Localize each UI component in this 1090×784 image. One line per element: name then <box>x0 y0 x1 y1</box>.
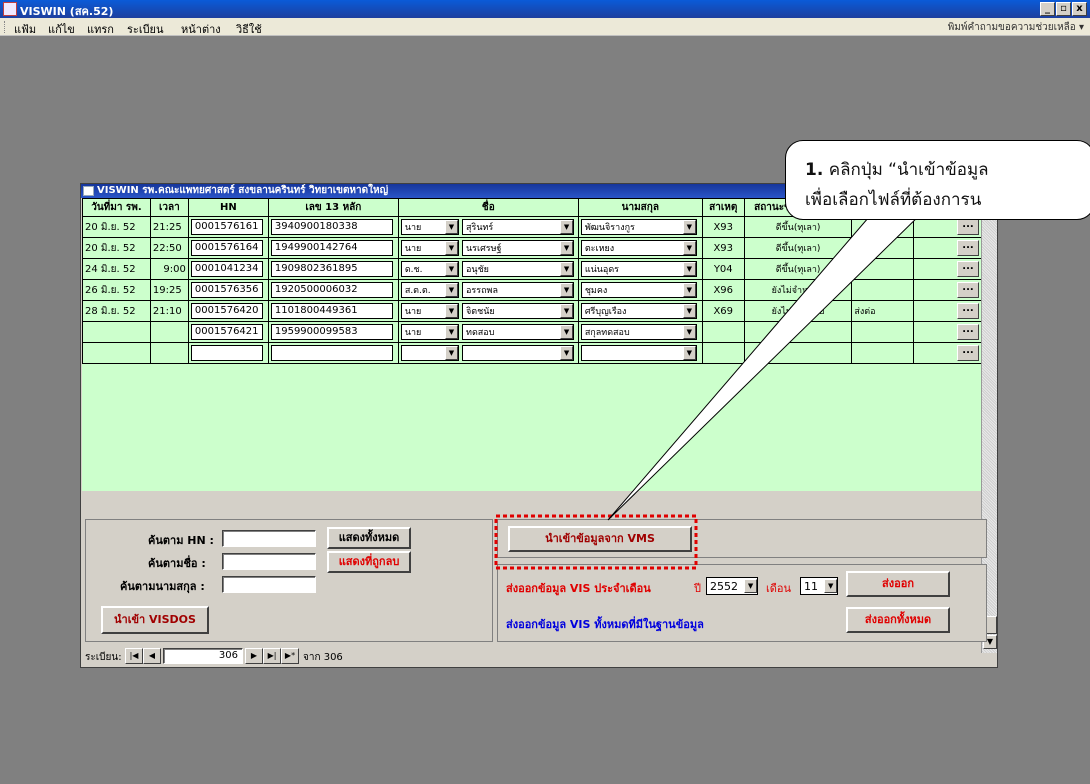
callout-line1: คลิกปุ่ม “นำเข้าข้อมูล <box>828 160 989 180</box>
instruction-callout: 1. คลิกปุ่ม “นำเข้าข้อมูล เพื่อเลือกไฟล์… <box>785 140 1090 220</box>
callout-tail <box>607 209 927 521</box>
highlight-box <box>494 514 698 570</box>
callout-line2: เพื่อเลือกไฟล์ที่ต้องการน <box>805 190 982 210</box>
callout-pointer <box>494 209 927 570</box>
callout-number: 1. <box>805 160 824 180</box>
